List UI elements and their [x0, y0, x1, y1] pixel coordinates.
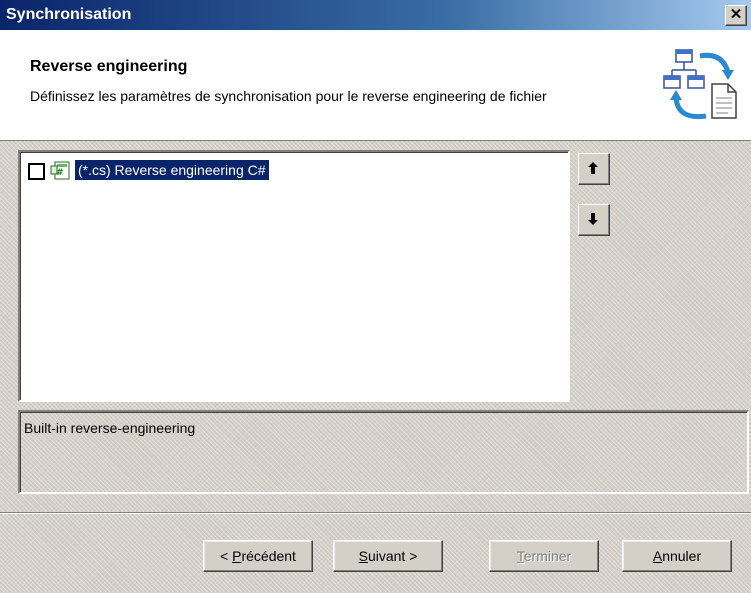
- page-title: Reverse engineering: [30, 58, 188, 75]
- close-icon: ✕: [729, 6, 743, 23]
- title-bar: Synchronisation ✕: [0, 0, 751, 30]
- window-title: Synchronisation: [6, 6, 132, 23]
- cancel-button[interactable]: Annuler: [622, 540, 732, 572]
- previous-prefix: <: [220, 548, 233, 564]
- close-button[interactable]: ✕: [725, 5, 747, 26]
- dialog-window: { "window": { "title": "Synchronisation"…: [0, 0, 751, 593]
- cancel-mnemonic: A: [652, 548, 663, 564]
- item-checkbox[interactable]: [28, 163, 45, 180]
- finish-button[interactable]: Terminer: [489, 540, 599, 572]
- description-box: Built-in reverse-engineering: [18, 410, 749, 494]
- wizard-header: Reverse engineering Définissez les param…: [0, 30, 751, 141]
- previous-button[interactable]: < Précédent: [203, 540, 313, 572]
- page-description: Définissez les paramètres de synchronisa…: [30, 88, 547, 104]
- finish-mnemonic: T: [516, 548, 524, 564]
- item-label[interactable]: (*.cs) Reverse engineering C#: [75, 160, 269, 180]
- next-mnemonic: S: [358, 548, 368, 564]
- move-up-button[interactable]: [578, 153, 610, 185]
- reverse-engineering-list[interactable]: # (*.cs) Reverse engineering C#: [18, 150, 570, 402]
- csharp-file-icon: #: [50, 161, 70, 180]
- next-button[interactable]: Suivant >: [333, 540, 443, 572]
- description-text: Built-in reverse-engineering: [24, 420, 196, 436]
- arrow-down-icon: [588, 213, 598, 225]
- previous-label: récédent: [241, 548, 296, 564]
- cancel-label: nnuler: [662, 548, 702, 564]
- separator: [0, 512, 751, 514]
- next-label: uivant >: [367, 548, 418, 564]
- move-down-button[interactable]: [578, 204, 610, 236]
- finish-label: erminer: [523, 548, 572, 564]
- arrow-up-icon: [588, 162, 598, 174]
- synchronisation-diagram-icon: [663, 49, 737, 120]
